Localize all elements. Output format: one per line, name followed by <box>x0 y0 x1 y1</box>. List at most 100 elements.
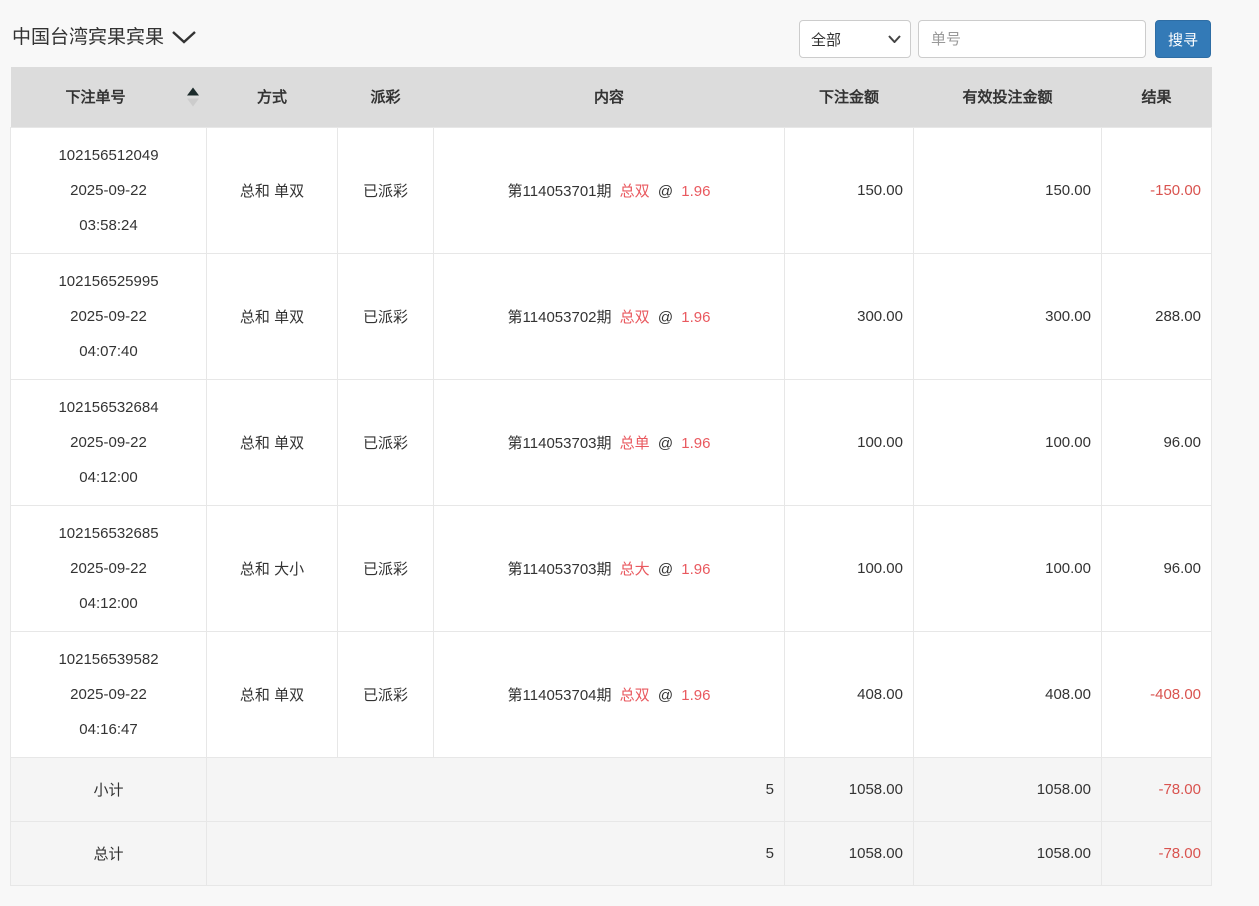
table-row: 102156512049 2025-09-22 03:58:24 总和 单双 已… <box>11 127 1212 253</box>
page-title: 中国台湾宾果宾果 <box>12 22 164 49</box>
column-header-result: 结果 <box>1102 67 1212 127</box>
order-time: 03:58:24 <box>12 208 205 243</box>
bet-records-table: 下注单号 方式 派彩 内容 下注金额 有效投注金额 结果 10215651204… <box>10 67 1212 886</box>
subtotal-result: -78.00 <box>1102 757 1212 821</box>
search-button[interactable]: 搜寻 <box>1155 20 1211 58</box>
column-header-valid-amount: 有效投注金额 <box>914 67 1102 127</box>
total-count: 5 <box>207 821 785 885</box>
payout-status-cell: 已派彩 <box>338 631 434 757</box>
order-id: 102156512049 <box>12 138 205 173</box>
game-title-dropdown[interactable]: 中国台湾宾果宾果 <box>12 22 197 49</box>
total-row: 总计 5 1058.00 1058.00 -78.00 <box>11 821 1212 885</box>
odds: 1.96 <box>681 309 710 326</box>
payout-status-cell: 已派彩 <box>338 379 434 505</box>
column-header-method: 方式 <box>207 67 338 127</box>
table-row: 102156532684 2025-09-22 04:12:00 总和 单双 已… <box>11 379 1212 505</box>
table-header-row: 下注单号 方式 派彩 内容 下注金额 有效投注金额 结果 <box>11 67 1212 127</box>
order-id: 102156525995 <box>12 264 205 299</box>
order-id: 102156539582 <box>12 642 205 677</box>
period: 第114053702期 <box>508 309 612 326</box>
content-cell: 第114053702期 总双 @ 1.96 <box>434 253 785 379</box>
period: 第114053703期 <box>508 561 612 578</box>
content-cell: 第114053703期 总大 @ 1.96 <box>434 505 785 631</box>
column-header-order-id[interactable]: 下注单号 <box>11 67 207 127</box>
method-cell: 总和 大小 <box>207 505 338 631</box>
status-filter-value: 全部 <box>811 29 841 50</box>
search-controls: 全部 搜寻 <box>799 20 1211 58</box>
odds-separator: @ <box>658 687 673 704</box>
order-id: 102156532685 <box>12 516 205 551</box>
valid-amount-cell: 100.00 <box>914 505 1102 631</box>
payout-status-cell: 已派彩 <box>338 253 434 379</box>
result-cell: 288.00 <box>1102 253 1212 379</box>
order-date: 2025-09-22 <box>12 173 205 208</box>
total-result: -78.00 <box>1102 821 1212 885</box>
order-id-cell: 102156539582 2025-09-22 04:16:47 <box>11 631 207 757</box>
result-cell: -408.00 <box>1102 631 1212 757</box>
subtotal-bet-amount: 1058.00 <box>785 757 914 821</box>
column-header-payout: 派彩 <box>338 67 434 127</box>
table-row: 102156525995 2025-09-22 04:07:40 总和 单双 已… <box>11 253 1212 379</box>
method-cell: 总和 单双 <box>207 127 338 253</box>
total-bet-amount: 1058.00 <box>785 821 914 885</box>
pick: 总双 <box>620 309 650 326</box>
status-filter-select[interactable]: 全部 <box>799 20 911 58</box>
bet-amount-cell: 408.00 <box>785 631 914 757</box>
odds-separator: @ <box>658 435 673 452</box>
table-row: 102156539582 2025-09-22 04:16:47 总和 单双 已… <box>11 631 1212 757</box>
valid-amount-cell: 408.00 <box>914 631 1102 757</box>
order-time: 04:07:40 <box>12 334 205 369</box>
order-date: 2025-09-22 <box>12 299 205 334</box>
method-cell: 总和 单双 <box>207 379 338 505</box>
order-date: 2025-09-22 <box>12 551 205 586</box>
chevron-down-icon <box>171 30 197 44</box>
result-cell: 96.00 <box>1102 379 1212 505</box>
pick: 总双 <box>620 687 650 704</box>
subtotal-row: 小计 5 1058.00 1058.00 -78.00 <box>11 757 1212 821</box>
odds-separator: @ <box>658 309 673 326</box>
odds: 1.96 <box>681 183 710 200</box>
sort-asc-icon <box>187 87 199 95</box>
content-cell: 第114053703期 总单 @ 1.96 <box>434 379 785 505</box>
valid-amount-cell: 150.00 <box>914 127 1102 253</box>
column-header-bet-amount: 下注金额 <box>785 67 914 127</box>
sort-icon <box>187 87 199 106</box>
order-time: 04:12:00 <box>12 586 205 621</box>
total-valid-amount: 1058.00 <box>914 821 1102 885</box>
valid-amount-cell: 100.00 <box>914 379 1102 505</box>
odds: 1.96 <box>681 561 710 578</box>
odds: 1.96 <box>681 435 710 452</box>
method-cell: 总和 单双 <box>207 253 338 379</box>
order-time: 04:16:47 <box>12 712 205 747</box>
column-label: 下注单号 <box>65 86 151 107</box>
sort-desc-icon <box>187 98 199 106</box>
bet-amount-cell: 100.00 <box>785 379 914 505</box>
pick: 总双 <box>620 183 650 200</box>
order-id-cell: 102156532684 2025-09-22 04:12:00 <box>11 379 207 505</box>
odds: 1.96 <box>681 687 710 704</box>
period: 第114053704期 <box>508 687 612 704</box>
order-id-cell: 102156525995 2025-09-22 04:07:40 <box>11 253 207 379</box>
select-chevron-icon <box>888 35 901 43</box>
table-row: 102156532685 2025-09-22 04:12:00 总和 大小 已… <box>11 505 1212 631</box>
subtotal-count: 5 <box>207 757 785 821</box>
bet-amount-cell: 300.00 <box>785 253 914 379</box>
content-cell: 第114053701期 总双 @ 1.96 <box>434 127 785 253</box>
method-cell: 总和 单双 <box>207 631 338 757</box>
period: 第114053701期 <box>508 183 612 200</box>
order-time: 04:12:00 <box>12 460 205 495</box>
result-cell: 96.00 <box>1102 505 1212 631</box>
content-cell: 第114053704期 总双 @ 1.96 <box>434 631 785 757</box>
order-id-cell: 102156532685 2025-09-22 04:12:00 <box>11 505 207 631</box>
result-cell: -150.00 <box>1102 127 1212 253</box>
order-date: 2025-09-22 <box>12 425 205 460</box>
top-bar: 中国台湾宾果宾果 全部 搜寻 <box>10 0 1211 67</box>
odds-separator: @ <box>658 561 673 578</box>
payout-status-cell: 已派彩 <box>338 505 434 631</box>
payout-status-cell: 已派彩 <box>338 127 434 253</box>
pick: 总单 <box>620 435 650 452</box>
order-number-input[interactable] <box>918 20 1146 58</box>
order-id: 102156532684 <box>12 390 205 425</box>
odds-separator: @ <box>658 183 673 200</box>
pick: 总大 <box>620 561 650 578</box>
